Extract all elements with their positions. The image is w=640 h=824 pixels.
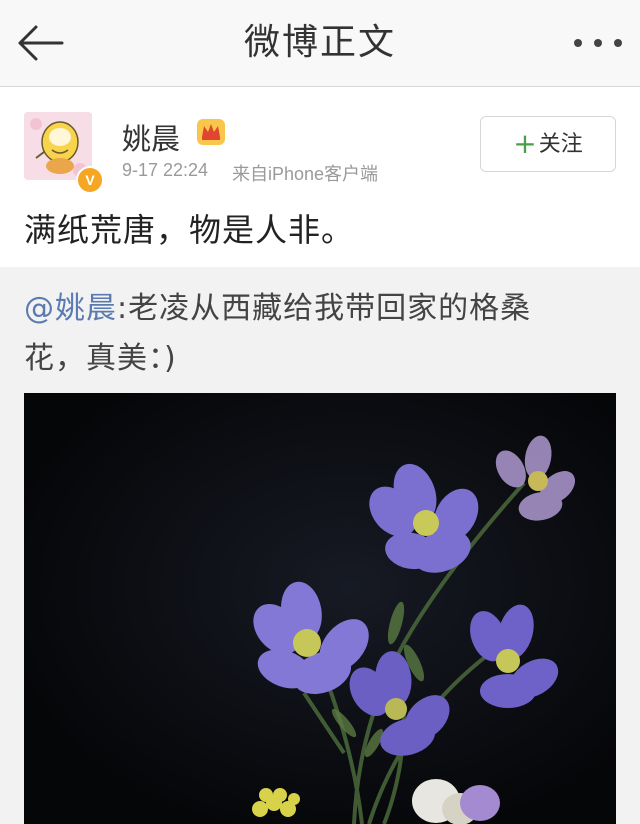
post-source: 来自iPhone客户端 — [232, 164, 379, 184]
crown-icon — [197, 119, 225, 145]
follow-label: 关注 — [538, 132, 583, 157]
post-timestamp: 9-17 22:24 — [122, 160, 209, 180]
repost-text: @姚晨:老凌从西藏给我带回家的格桑 花，真美：) — [24, 284, 620, 384]
more-dots-icon[interactable] — [570, 28, 626, 58]
verified-badge: V — [76, 166, 104, 194]
mention-link[interactable]: @姚晨 — [24, 291, 117, 326]
username[interactable]: 姚晨 — [122, 116, 180, 158]
plus-icon: + — [513, 127, 537, 160]
post-image[interactable] — [24, 393, 616, 824]
page-title: 微博正文 — [243, 22, 396, 63]
top-navigation-bar: 微博正文 — [0, 0, 640, 87]
repost-text-line2: 花，真美：) — [24, 341, 177, 376]
flower-photo — [24, 393, 616, 824]
repost-text-line1: :老凌从西藏给我带回家的格桑 — [117, 291, 532, 326]
post-text: 满纸荒唐，物是人非。 — [24, 211, 355, 249]
follow-button[interactable]: +关注 — [480, 116, 616, 172]
